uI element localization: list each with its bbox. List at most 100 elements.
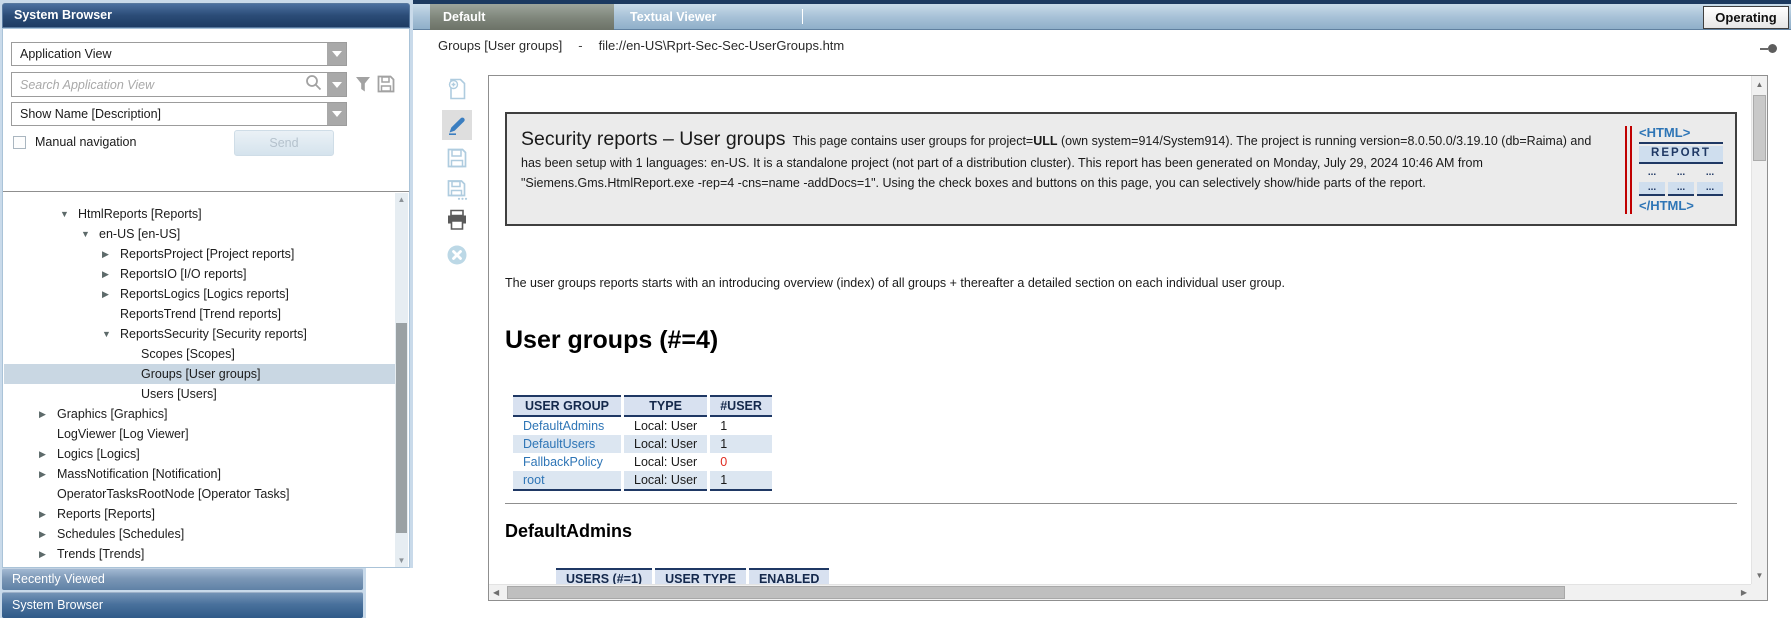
scrollbar-left-icon[interactable]: ◀ — [493, 588, 499, 597]
chevron-down-icon — [332, 51, 342, 57]
expand-arrow-icon[interactable]: ▶ — [39, 544, 57, 564]
filter-icon[interactable] — [355, 76, 371, 98]
manual-navigation-checkbox[interactable] — [13, 136, 26, 149]
scrollbar-thumb[interactable] — [1753, 95, 1766, 161]
tree-item[interactable]: Users [Users] — [4, 384, 395, 404]
column-header: ENABLED — [749, 568, 829, 584]
pin-icon[interactable] — [1760, 44, 1777, 53]
tab-default[interactable]: Default — [430, 4, 614, 30]
report-horizontal-scrollbar[interactable]: ◀ ▶ — [489, 584, 1751, 600]
search-icon — [305, 74, 327, 96]
tree-item[interactable]: ▼HtmlReports [Reports] — [4, 204, 395, 224]
user-group-link[interactable]: FallbackPolicy — [513, 453, 621, 471]
logo-html-open: <HTML> — [1639, 126, 1723, 144]
save-icon — [446, 147, 468, 169]
manual-navigation-row: Manual navigation — [13, 135, 136, 149]
column-header: USER GROUP — [513, 395, 621, 417]
expand-arrow-icon[interactable]: ▶ — [102, 284, 120, 304]
view-selector-dropdown-button[interactable] — [327, 43, 346, 65]
new-report-button[interactable] — [442, 74, 472, 104]
system-browser-bar[interactable]: System Browser — [2, 592, 363, 618]
tree-item[interactable]: ▼ReportsSecurity [Security reports] — [4, 324, 395, 344]
send-button[interactable]: Send — [234, 130, 334, 156]
expand-arrow-icon[interactable]: ▶ — [39, 404, 57, 424]
expand-arrow-icon[interactable]: ▶ — [39, 444, 57, 464]
view-selector[interactable]: Application View — [11, 42, 347, 66]
report-vertical-scrollbar[interactable]: ▲ ▼ — [1751, 76, 1767, 584]
print-report-button[interactable] — [442, 205, 472, 235]
group-type-cell: Local: User — [624, 471, 707, 491]
search-input[interactable] — [12, 78, 305, 92]
tree-item[interactable]: ▶ReportsLogics [Logics reports] — [4, 284, 395, 304]
tree-item[interactable]: ▼en-US [en-US] — [4, 224, 395, 244]
recently-viewed-bar[interactable]: Recently Viewed — [2, 568, 363, 590]
expand-arrow-icon[interactable]: ▶ — [102, 264, 120, 284]
user-group-link[interactable]: DefaultAdmins — [513, 417, 621, 435]
report-viewport: <HTML> REPORT ... ... ... ... ... ... — [488, 75, 1768, 601]
tree-item[interactable]: ▶ReportsIO [I/O reports] — [4, 264, 395, 284]
scrollbar-up-icon[interactable]: ▲ — [1752, 80, 1767, 89]
user-group-link[interactable]: root — [513, 471, 621, 491]
tree-item-label: ReportsSecurity [Security reports] — [120, 324, 307, 344]
tree-item[interactable]: Scopes [Scopes] — [4, 344, 395, 364]
panel-body: Application View Sh — [2, 28, 410, 568]
table-header-row: USERS (#=1) USER TYPE ENABLED — [556, 568, 829, 584]
expand-arrow-icon[interactable]: ▶ — [39, 504, 57, 524]
tree-item-label: Reports [Reports] — [57, 504, 155, 524]
tree-item-selected[interactable]: Groups [User groups] — [4, 364, 395, 384]
save-as-report-button[interactable] — [442, 175, 472, 205]
tree-item-label: Scopes [Scopes] — [141, 344, 235, 364]
new-document-icon — [446, 77, 468, 101]
expand-arrow-icon[interactable]: ▼ — [60, 204, 78, 224]
close-report-button[interactable] — [442, 240, 472, 270]
column-header: USER TYPE — [655, 568, 746, 584]
display-mode-selector[interactable]: Show Name [Description] — [11, 102, 347, 126]
expand-arrow-icon[interactable]: ▼ — [81, 224, 99, 244]
print-icon — [445, 209, 469, 231]
scrollbar-thumb[interactable] — [507, 586, 1565, 599]
scrollbar-up-icon[interactable]: ▲ — [395, 195, 408, 204]
tree-item[interactable]: ▶ReportsProject [Project reports] — [4, 244, 395, 264]
tree-item[interactable]: OperatorTasksRootNode [Operator Tasks] — [4, 484, 395, 504]
tab-textual-viewer[interactable]: Textual Viewer — [617, 4, 801, 30]
tree-item[interactable]: ▶Logics [Logics] — [4, 444, 395, 464]
user-count-cell: 1 — [710, 471, 772, 491]
tree-item[interactable]: ReportsTrend [Trend reports] — [4, 304, 395, 324]
scrollbar-right-icon[interactable]: ▶ — [1741, 588, 1747, 597]
tree-item[interactable]: LogViewer [Log Viewer] — [4, 424, 395, 444]
report-panel: Default Textual Viewer Operating Groups … — [413, 0, 1791, 618]
tree-item[interactable]: ▶Reports [Reports] — [4, 504, 395, 524]
scrollbar-thumb[interactable] — [396, 323, 407, 533]
user-group-link[interactable]: DefaultUsers — [513, 435, 621, 453]
expand-arrow-icon[interactable]: ▶ — [39, 464, 57, 484]
tree-scrollbar[interactable]: ▲ ▼ — [395, 193, 408, 567]
tree-item-label: Logics [Logics] — [57, 444, 140, 464]
section-divider — [505, 503, 1737, 504]
expand-arrow-icon[interactable]: ▶ — [39, 524, 57, 544]
tree-item[interactable]: ▶Graphics [Graphics] — [4, 404, 395, 424]
scrollbar-down-icon[interactable]: ▼ — [1752, 571, 1767, 580]
expand-arrow-icon[interactable]: ▼ — [102, 324, 120, 344]
panel-title: System Browser — [14, 8, 112, 22]
expand-arrow-icon[interactable]: ▶ — [102, 244, 120, 264]
report-header-text: This page contains user groups for proje… — [792, 134, 1033, 148]
search-dropdown-button[interactable] — [327, 73, 346, 96]
display-mode-dropdown-button[interactable] — [327, 103, 346, 125]
tree-item-label: ReportsTrend [Trend reports] — [120, 304, 281, 324]
application-window: System Browser Application View — [0, 0, 1791, 618]
logo-html-close: </HTML> — [1639, 198, 1694, 213]
tree-item-label: Users [Users] — [141, 384, 217, 404]
tree-item[interactable]: ▶MassNotification [Notification] — [4, 464, 395, 484]
tree-item[interactable]: ▶Trends [Trends] — [4, 544, 395, 564]
logo-dot-grid: ... ... ... ... ... ... — [1639, 167, 1723, 196]
save-filter-icon[interactable] — [377, 75, 395, 98]
table-row: FallbackPolicy Local: User 0 — [513, 453, 772, 471]
edit-pen-icon — [445, 113, 469, 137]
logo-report-label: REPORT — [1639, 146, 1723, 164]
operating-button[interactable]: Operating — [1703, 6, 1789, 29]
edit-report-button[interactable] — [442, 110, 472, 140]
logo-dot-cell: ... — [1668, 167, 1694, 179]
save-report-button[interactable] — [442, 143, 472, 173]
scrollbar-down-icon[interactable]: ▼ — [395, 556, 408, 565]
tree-item[interactable]: ▶Schedules [Schedules] — [4, 524, 395, 544]
